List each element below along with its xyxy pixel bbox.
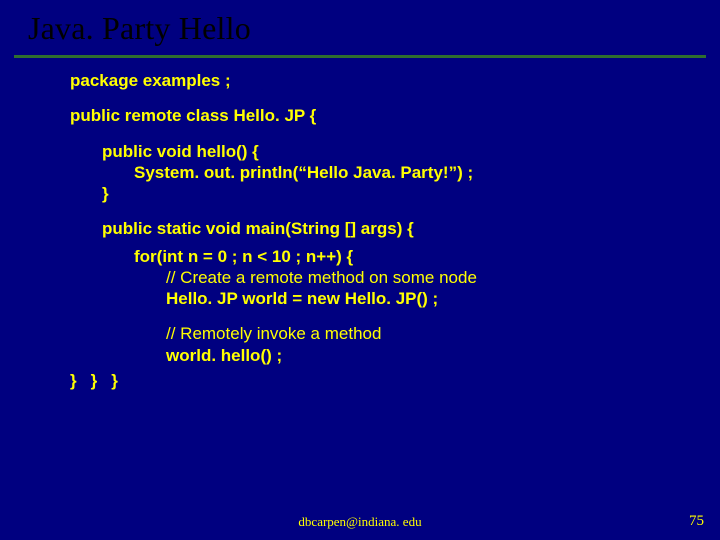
code-comment: // Create a remote method on some node bbox=[70, 267, 720, 288]
code-body: package examples ; public remote class H… bbox=[0, 58, 720, 391]
close-brace-1: } bbox=[70, 370, 77, 391]
code-line: public remote class Hello. JP { bbox=[70, 105, 720, 126]
code-line: package examples ; bbox=[70, 70, 720, 91]
code-comment: // Remotely invoke a method bbox=[70, 323, 720, 344]
code-line: } bbox=[70, 183, 720, 204]
code-line: System. out. println(“Hello Java. Party!… bbox=[70, 162, 720, 183]
close-brace-2: } bbox=[91, 370, 98, 391]
code-line: for(int n = 0 ; n < 10 ; n++) { bbox=[70, 246, 720, 267]
code-line: Hello. JP world = new Hello. JP() ; bbox=[70, 288, 720, 309]
slide-title: Java. Party Hello bbox=[0, 0, 720, 55]
code-line: public static void main(String [] args) … bbox=[70, 218, 720, 239]
code-line: world. hello() ; bbox=[70, 345, 720, 366]
code-line: public void hello() { bbox=[70, 141, 720, 162]
closing-braces: } } } bbox=[70, 370, 720, 391]
slide: Java. Party Hello package examples ; pub… bbox=[0, 0, 720, 540]
page-number: 75 bbox=[689, 513, 704, 530]
footer-text: dbcarpen@indiana. edu bbox=[0, 514, 720, 530]
close-brace-3: } bbox=[111, 370, 118, 391]
